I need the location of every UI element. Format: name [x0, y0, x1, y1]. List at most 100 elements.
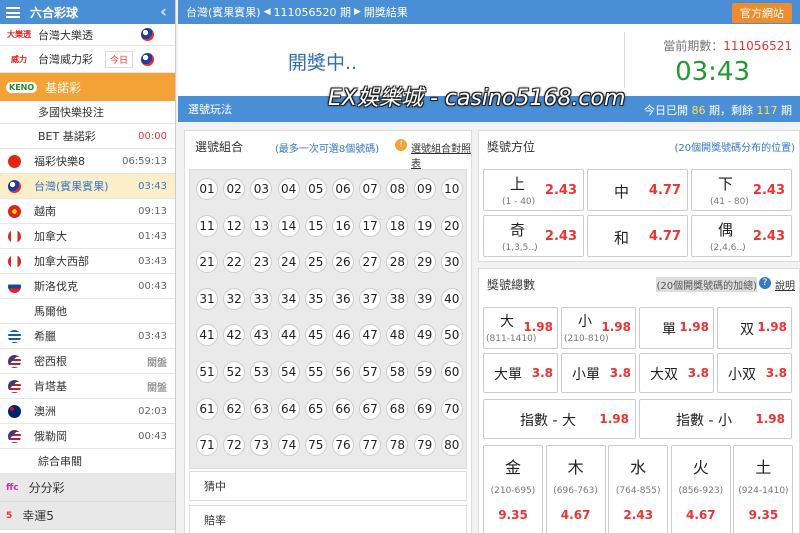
sidebar-item-slovakia[interactable]: 斯洛伐克 00:43 — [0, 274, 175, 299]
position-cell[interactable]: 中 4.77 — [587, 169, 688, 211]
result-link[interactable]: 開獎結果 — [364, 4, 408, 20]
number-ball[interactable]: 35 — [304, 287, 327, 310]
number-ball[interactable]: 15 — [304, 214, 327, 237]
number-ball[interactable]: 20 — [440, 214, 463, 237]
number-ball[interactable]: 48 — [386, 324, 409, 347]
number-ball[interactable]: 09 — [413, 178, 436, 200]
sidebar-item-china-happy8[interactable]: 福彩快樂8 06:59:13 — [0, 149, 175, 174]
number-ball[interactable]: 53 — [250, 361, 273, 383]
sum-cell[interactable]: 大双 3.8 — [639, 353, 714, 393]
position-cell[interactable]: 偶 (2,4,6..) 2.43 — [691, 215, 792, 257]
number-ball[interactable]: 37 — [359, 287, 382, 310]
number-ball[interactable]: 18 — [386, 214, 409, 237]
sidebar-item-taiwan-lotto[interactable]: 大樂透 台灣大樂透 — [0, 24, 175, 46]
number-ball[interactable]: 76 — [332, 434, 354, 457]
number-ball[interactable]: 58 — [386, 361, 409, 383]
number-ball[interactable]: 62 — [223, 397, 246, 420]
number-ball[interactable]: 16 — [332, 214, 354, 237]
number-ball[interactable]: 38 — [386, 287, 409, 310]
position-cell[interactable]: 和 4.77 — [587, 215, 688, 257]
number-ball[interactable]: 24 — [277, 251, 300, 274]
number-ball[interactable]: 12 — [223, 214, 246, 237]
number-ball[interactable]: 30 — [440, 251, 463, 274]
sidebar-category-lucky5[interactable]: 5 幸運5 — [0, 502, 175, 530]
number-ball[interactable]: 10 — [440, 178, 463, 200]
number-ball[interactable]: 68 — [386, 397, 409, 420]
number-ball[interactable]: 29 — [413, 251, 436, 274]
official-site-button[interactable]: 官方網站 — [732, 3, 792, 23]
sum-cell[interactable]: 双 1.98 — [717, 307, 792, 349]
number-ball[interactable]: 03 — [250, 178, 273, 200]
number-ball[interactable]: 22 — [223, 251, 246, 274]
sum-cell[interactable]: 水 (764-855) 2.43 — [608, 445, 669, 533]
number-ball[interactable]: 11 — [196, 214, 218, 237]
sidebar-item-oregon[interactable]: 俄勒岡 00:43 — [0, 424, 175, 449]
prev-period-icon[interactable]: ◀ — [264, 7, 271, 17]
number-ball[interactable]: 79 — [413, 434, 436, 457]
number-ball[interactable]: 27 — [359, 251, 382, 274]
number-ball[interactable]: 40 — [440, 287, 463, 310]
number-ball[interactable]: 34 — [277, 287, 300, 310]
number-ball[interactable]: 39 — [413, 287, 436, 310]
number-ball[interactable]: 55 — [304, 361, 327, 383]
number-ball[interactable]: 75 — [304, 434, 327, 457]
position-cell[interactable]: 上 (1 - 40) 2.43 — [483, 169, 584, 211]
number-ball[interactable]: 13 — [250, 214, 273, 237]
explain-link[interactable]: 說明 — [775, 277, 795, 292]
sidebar-category-keno[interactable]: KENO 基諾彩 — [0, 73, 175, 101]
sum-cell[interactable]: 小單 3.8 — [561, 353, 636, 393]
number-ball[interactable]: 36 — [332, 287, 354, 310]
number-ball[interactable]: 25 — [304, 251, 327, 274]
number-ball[interactable]: 72 — [223, 434, 246, 457]
number-ball[interactable]: 51 — [196, 361, 218, 383]
sum-cell[interactable]: 小 (210-810) 1.98 — [561, 307, 636, 349]
number-ball[interactable]: 32 — [223, 287, 246, 310]
number-ball[interactable]: 56 — [332, 361, 354, 383]
sidebar-item-canada-west[interactable]: 加拿大西部 03:43 — [0, 249, 175, 274]
number-ball[interactable]: 46 — [332, 324, 354, 347]
sidebar-item-michigan[interactable]: 密西根 關盤 — [0, 349, 175, 374]
number-ball[interactable]: 42 — [223, 324, 246, 347]
number-ball[interactable]: 44 — [277, 324, 300, 347]
sum-cell[interactable]: 大 (811-1410) 1.98 — [483, 307, 558, 349]
number-ball[interactable]: 06 — [332, 178, 354, 200]
sum-cell[interactable]: 單 1.98 — [639, 307, 714, 349]
chevron-left-icon[interactable]: ‹ — [160, 2, 167, 22]
position-cell[interactable]: 奇 (1,3,5..) 2.43 — [483, 215, 584, 257]
number-ball[interactable]: 69 — [413, 397, 436, 420]
number-ball[interactable]: 70 — [440, 397, 463, 420]
help-icon[interactable]: ? — [759, 277, 771, 289]
sidebar-item-taiwan-power[interactable]: 威力 台灣威力彩 今日 — [0, 46, 175, 73]
sidebar-item-greece[interactable]: 希臘 03:43 — [0, 324, 175, 349]
number-ball[interactable]: 19 — [413, 214, 436, 237]
number-ball[interactable]: 60 — [440, 361, 463, 383]
number-ball[interactable]: 26 — [332, 251, 354, 274]
sidebar-item-malta[interactable]: 馬爾他 — [0, 299, 175, 324]
number-ball[interactable]: 74 — [277, 434, 300, 457]
number-ball[interactable]: 65 — [304, 397, 327, 420]
number-ball[interactable]: 17 — [359, 214, 382, 237]
number-ball[interactable]: 08 — [386, 178, 409, 200]
number-ball[interactable]: 49 — [413, 324, 436, 347]
number-ball[interactable]: 61 — [196, 397, 218, 420]
number-ball[interactable]: 50 — [440, 324, 463, 347]
number-ball[interactable]: 52 — [223, 361, 246, 383]
number-ball[interactable]: 02 — [223, 178, 246, 200]
sum-cell[interactable]: 火 (856-923) 4.67 — [670, 445, 731, 533]
number-ball[interactable]: 33 — [250, 287, 273, 310]
sum-cell[interactable]: 小双 3.8 — [717, 353, 792, 393]
position-cell[interactable]: 下 (41 - 80) 2.43 — [691, 169, 792, 211]
number-ball[interactable]: 57 — [359, 361, 382, 383]
sum-cell[interactable]: 大單 3.8 — [483, 353, 558, 393]
next-period-icon[interactable]: ▶ — [354, 7, 361, 17]
sidebar-item-taiwan-bingo[interactable]: 台灣(賓果賓果) 03:43 — [0, 174, 175, 199]
number-ball[interactable]: 43 — [250, 324, 273, 347]
menu-icon[interactable] — [6, 6, 20, 18]
sidebar-item-vietnam[interactable]: 越南 09:13 — [0, 199, 175, 224]
number-ball[interactable]: 64 — [277, 397, 300, 420]
sidebar-item-multi[interactable]: 多國快樂投注 — [0, 101, 175, 124]
number-ball[interactable]: 66 — [332, 397, 354, 420]
number-ball[interactable]: 04 — [277, 178, 300, 200]
number-ball[interactable]: 73 — [250, 434, 273, 457]
number-ball[interactable]: 41 — [196, 324, 218, 347]
